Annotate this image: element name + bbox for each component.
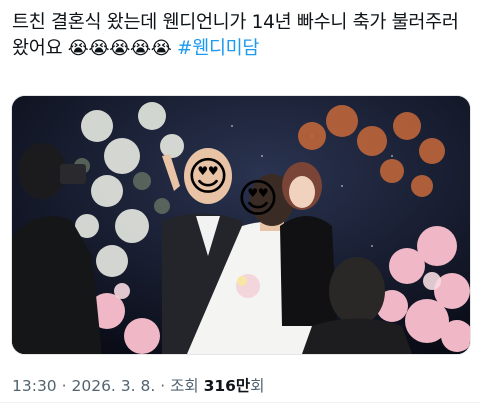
tweet-text: 트친 결혼식 왔는데 웬디언니가 14년 빠수니 축가 불러주러 왔어요 😭😭😭… [12,10,472,62]
hashtag-link[interactable]: #웬디미담 [177,38,259,59]
views-label: 조회 [170,377,199,395]
tweet-photo[interactable]: 😍 😍 [11,95,471,355]
heart-eyes-emoji-icon: 😍 [237,176,279,222]
crying-emoji-icon: 😭 [129,38,151,59]
emoji-sticker-right: 😍 [237,176,279,222]
tweet-time[interactable]: 13:30 [12,377,57,395]
divider [0,402,480,403]
tweet-text-line-2-prefix: 왔어요 [12,38,63,59]
tweet-text-line-2: 왔어요 😭😭😭😭😭 #웬디미담 [12,36,472,62]
crying-emoji-icon: 😭 [67,38,89,59]
views-count: 316만 [203,377,251,395]
crying-emoji-icon: 😭 [88,38,110,59]
crying-emoji-icon: 😭 [109,38,130,59]
views-unit: 회 [250,377,265,395]
emoji-sticker-left: 😍 [187,154,229,200]
meta-separator: · [61,377,67,395]
heart-eyes-emoji-icon: 😍 [187,154,229,200]
crying-emoji-icon: 😭 [150,38,172,59]
meta-separator: · [160,377,166,395]
tweet-text-line-1: 트친 결혼식 왔는데 웬디언니가 14년 빠수니 축가 불러주러 [12,12,459,33]
tweet-date[interactable]: 2026. 3. 8. [71,377,155,395]
tweet-meta: 13:30 · 2026. 3. 8. · 조회 316만회 [12,374,264,396]
wedding-photo-illustration: 😍 😍 [12,96,470,354]
